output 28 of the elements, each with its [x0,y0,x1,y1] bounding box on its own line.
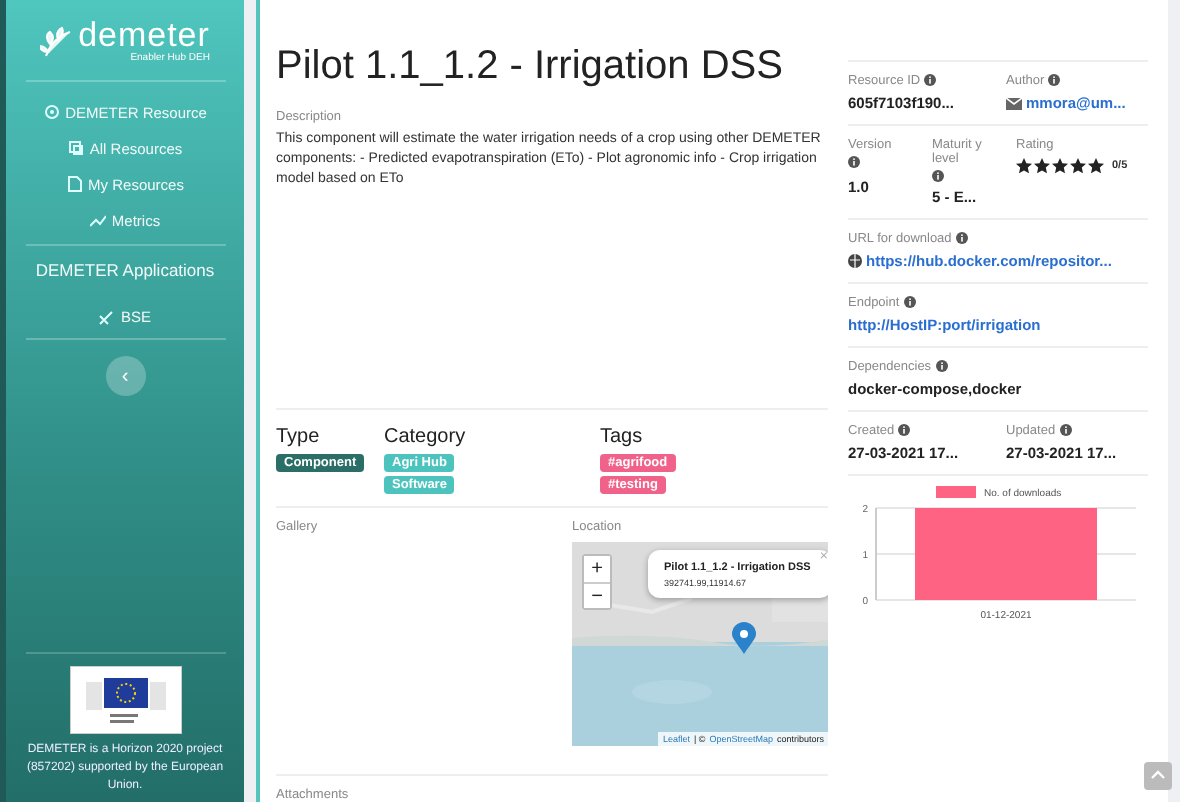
section-heading: Type [276,426,320,448]
info-icon [955,232,968,244]
info-icon [932,170,944,182]
logo-text: demeter [78,20,210,52]
info-icon [903,296,916,308]
scroll-top-button[interactable] [1144,762,1172,790]
info-icon [1059,424,1072,436]
section-heading: Category [384,426,466,448]
line-chart-icon [89,212,106,228]
info-icon [924,74,937,86]
section-heading: Tags [600,426,643,448]
eu-flag-logo-icon [69,666,181,734]
info-icon [1048,74,1061,86]
envelope-icon [1006,97,1022,109]
chart-legend[interactable] [936,486,976,498]
collapse-button[interactable]: ‹ [105,356,145,396]
zoom-out-button[interactable]: − [584,582,610,608]
map-pin-icon [732,622,756,654]
section-heading: DEMETER Applications [35,260,215,280]
globe-icon [848,254,862,268]
info-icon [935,360,948,372]
gear-icon [43,104,60,120]
info-icon [848,156,860,168]
document-icon [66,176,83,192]
copy-icon [67,140,84,156]
wheat-logo-icon [40,24,73,60]
info-icon [898,424,911,436]
page-title: Pilot 1.1_1.2 - Irrigation DSS [276,44,785,90]
